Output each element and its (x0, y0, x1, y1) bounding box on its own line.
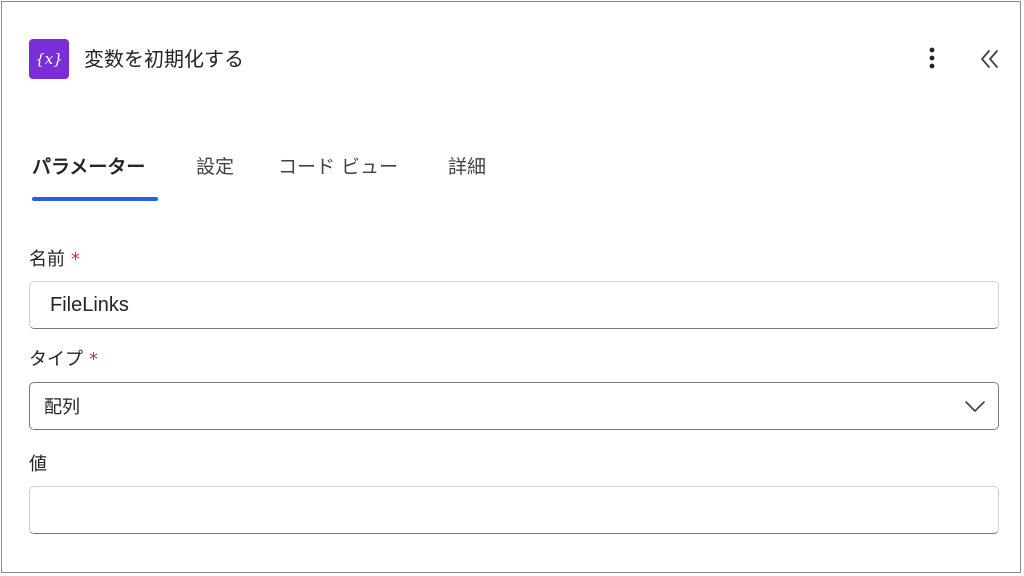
active-tab-indicator (32, 197, 158, 201)
panel-header: {x} 変数を初期化する (2, 2, 1020, 112)
tab-list: パラメーター 設定 コード ビュー 詳細 (30, 150, 730, 204)
collapse-panel-button[interactable] (974, 44, 1006, 74)
required-mark: * (71, 249, 80, 270)
variable-icon: {x} (29, 39, 69, 79)
double-chevron-left-icon (981, 50, 998, 68)
value-field[interactable] (29, 486, 999, 534)
tab-code-view[interactable]: コード ビュー (278, 154, 398, 180)
name-label: 名前 * (29, 248, 80, 272)
more-vertical-icon (929, 47, 935, 69)
panel-title: 変数を初期化する (84, 47, 244, 71)
type-label-text: タイプ (29, 349, 83, 370)
name-field[interactable]: FileLinks (29, 281, 999, 329)
value-label: 値 (29, 454, 47, 475)
chevron-down-icon (965, 401, 985, 412)
required-mark: * (89, 349, 98, 370)
tab-settings[interactable]: 設定 (196, 154, 234, 180)
type-dropdown-value: 配列 (44, 397, 80, 418)
svg-text:{x}: {x} (35, 50, 63, 68)
name-field-value: FileLinks (50, 293, 129, 316)
name-label-text: 名前 (29, 249, 65, 270)
type-label: タイプ * (29, 348, 98, 372)
action-panel: {x} 変数を初期化する パラメーター 設定 コード ビュー 詳細 名前 * Fi (1, 1, 1021, 573)
more-options-button[interactable] (918, 44, 946, 72)
tab-details[interactable]: 詳細 (448, 154, 486, 180)
type-dropdown[interactable]: 配列 (29, 382, 999, 430)
tab-parameters[interactable]: パラメーター (32, 154, 145, 180)
